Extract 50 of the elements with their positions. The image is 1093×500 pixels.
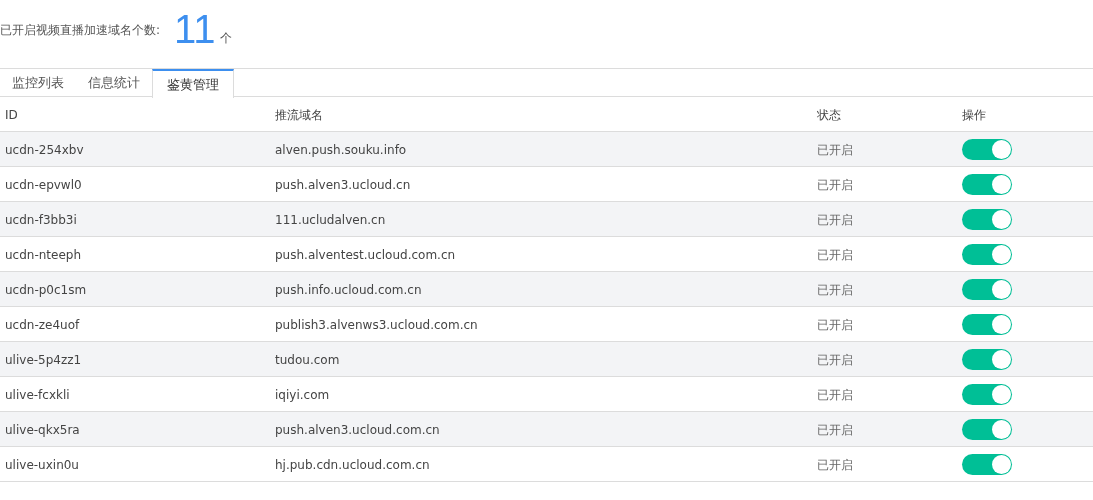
column-header: ID: [5, 108, 18, 122]
column-header: 推流域名: [275, 108, 323, 122]
table-cell: alven.push.souku.info: [275, 143, 407, 157]
toggle-switch[interactable]: [962, 348, 1012, 370]
table-cell: 已开启: [817, 388, 853, 402]
table-cell: 已开启: [817, 318, 853, 332]
toggle-switch[interactable]: [962, 418, 1012, 440]
table-cell: ucdn-epvwl0: [5, 178, 82, 192]
table-cell: 已开启: [817, 458, 853, 472]
table-cell: 已开启: [817, 213, 853, 227]
table-cell: push.alventest.ucloud.com.cn: [275, 248, 456, 262]
toggle-switch[interactable]: [962, 453, 1012, 475]
tab[interactable]: 监控列表: [0, 69, 76, 97]
table-cell: ulive-uxin0u: [5, 458, 79, 472]
table-cell: ulive-qkx5ra: [5, 423, 80, 437]
tab[interactable]: 信息统计: [76, 69, 152, 97]
table-cell: ulive-5p4zz1: [5, 353, 82, 367]
table-cell: 111.ucludalven.cn: [275, 213, 386, 227]
toggle-switch[interactable]: [962, 208, 1012, 230]
column-header: 操作: [962, 108, 986, 122]
toggle-switch[interactable]: [962, 313, 1012, 335]
table-cell: push.alven3.ucloud.cn: [275, 178, 411, 192]
table-cell: ucdn-f3bb3i: [5, 213, 77, 227]
toggle-switch[interactable]: [962, 383, 1012, 405]
table-cell: 已开启: [817, 353, 853, 367]
table-cell: ucdn-254xbv: [5, 143, 84, 157]
table-cell: push.info.ucloud.com.cn: [275, 283, 422, 297]
table-cell: 已开启: [817, 178, 853, 192]
toggle-switch[interactable]: [962, 243, 1012, 265]
table-cell: ucdn-p0c1sm: [5, 283, 87, 297]
table-cell: push.alven3.ucloud.com.cn: [275, 423, 440, 437]
table-cell: 已开启: [817, 143, 853, 157]
table-cell: iqiyi.com: [275, 388, 330, 402]
table-cell: publish3.alvenws3.ucloud.com.cn: [275, 318, 478, 332]
toggle-switch[interactable]: [962, 173, 1012, 195]
table-cell: tudou.com: [275, 353, 340, 367]
domain-count: 11: [174, 9, 216, 49]
count-unit: 个: [219, 30, 232, 47]
table-cell: ucdn-nteeph: [5, 248, 82, 262]
summary-label: 已开启视频直播加速域名个数:: [0, 22, 161, 39]
table-cell: 已开启: [817, 283, 853, 297]
toggle-switch[interactable]: [962, 278, 1012, 300]
table-cell: ucdn-ze4uof: [5, 318, 80, 332]
table-cell: 已开启: [817, 248, 853, 262]
table-cell: hj.pub.cdn.ucloud.com.cn: [275, 458, 430, 472]
toggle-switch[interactable]: [962, 138, 1012, 160]
table-cell: 已开启: [817, 423, 853, 437]
table-cell: ulive-fcxkli: [5, 388, 70, 402]
tab[interactable]: 鉴黄管理: [152, 69, 234, 98]
column-header: 状态: [817, 108, 841, 122]
